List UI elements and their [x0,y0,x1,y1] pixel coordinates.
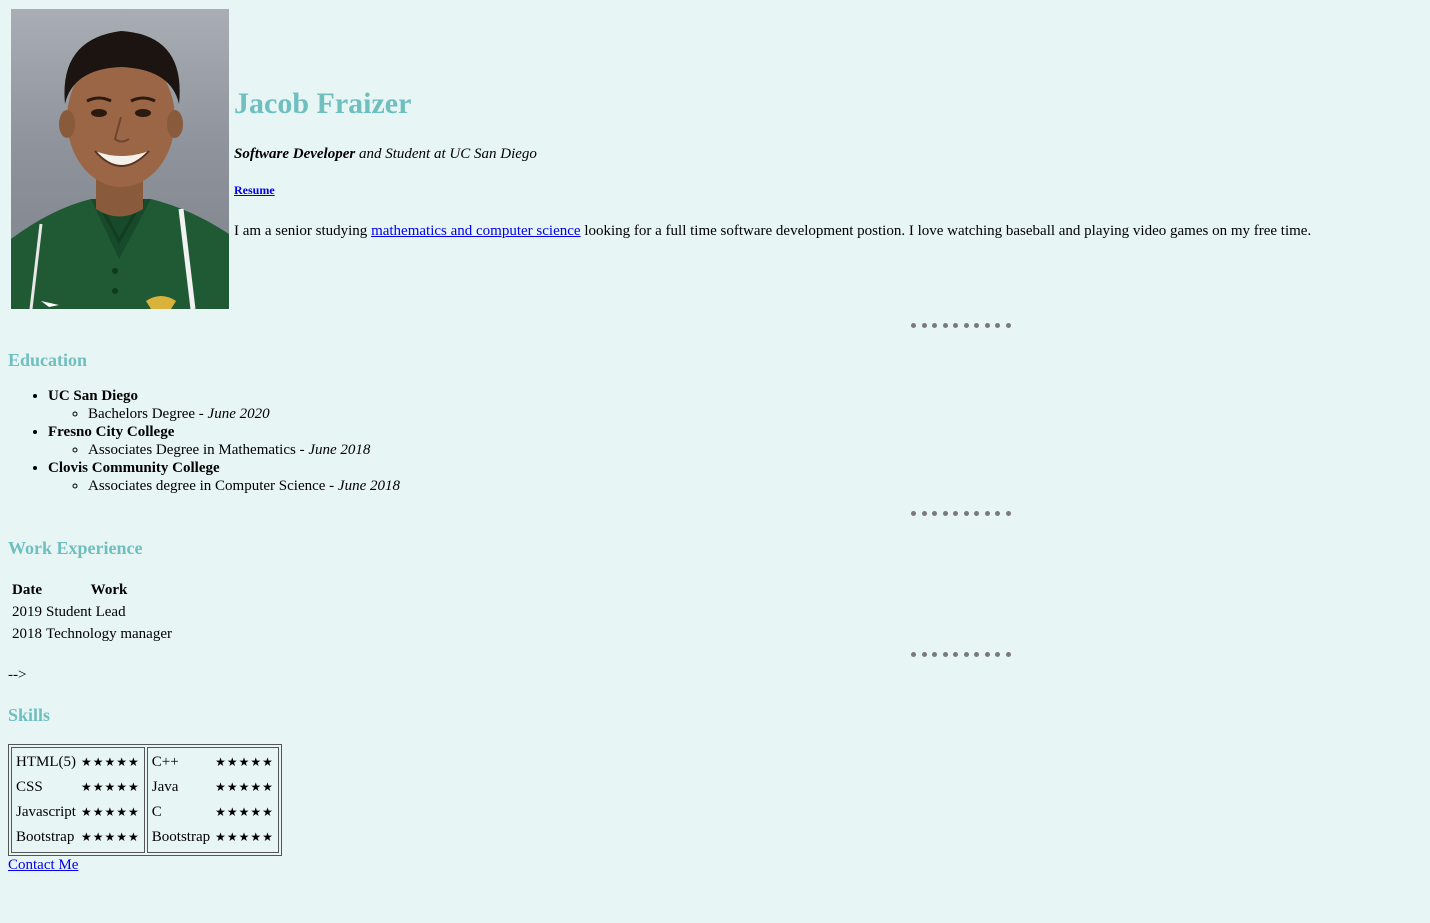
degree-label: Bachelors Degree - [88,406,208,422]
skill-rating: ★★★★★ [215,755,274,769]
skills-column-right: C++ ★★★★★ Java ★★★★★ C ★★★★★ Bootstrap ★★★★★ [146,747,279,853]
skill-row: HTML(5) ★★★★★ [15,750,141,775]
education-item: UC San Diego Bachelors Degree - June 202… [48,387,400,423]
work-title: Technology manager [46,626,172,642]
education-item: Fresno City College Associates Degree in… [48,423,400,459]
resume-link[interactable]: Resume [234,183,275,197]
degree-label: Associates Degree in Mathematics - [88,442,309,458]
skill-row: Bootstrap ★★★★★ [151,825,275,850]
section-divider [911,652,1011,658]
degree-item: Associates degree in Computer Science - … [88,477,400,495]
work-table: Date Work 2019 Student Lead 2018 Technol… [9,578,175,646]
work-date: 2019 [12,604,42,620]
profile-header: Jacob Fraizer Software Developer and Stu… [8,9,1422,309]
section-divider [911,323,1011,329]
work-col-date: Date [12,582,42,598]
skill-name: HTML(5) [16,754,76,770]
degree-date: June 2018 [337,478,400,494]
skills-column-left: HTML(5) ★★★★★ CSS ★★★★★ Javascript ★★★★★ Bo… [11,747,145,853]
profile-photo [11,9,229,309]
skill-row: C ★★★★★ [151,800,275,825]
table-row: 2019 Student Lead [11,602,173,622]
degree-item: Associates Degree in Mathematics - June … [88,441,400,459]
bio-text-end: looking for a full time software develop… [580,223,1312,239]
degree-date: June 2018 [308,442,371,458]
skill-rating: ★★★★★ [81,830,140,844]
school-name: Fresno City College [48,424,175,440]
skill-name: C++ [151,754,179,770]
education-list: UC San Diego Bachelors Degree - June 202… [8,387,400,495]
skill-row: Java ★★★★★ [151,775,275,800]
skill-name: Java [151,779,179,795]
school-name: UC San Diego [48,388,139,404]
skill-rating: ★★★★★ [81,805,140,819]
work-col-work: Work [90,582,128,598]
profile-intro: Jacob Fraizer Software Developer and Stu… [234,9,1311,240]
contact-link[interactable]: Contact Me [8,856,78,874]
skill-name: Javascript [16,804,76,820]
skill-rating: ★★★★★ [215,805,274,819]
skill-rating: ★★★★★ [81,755,140,769]
degree-date: June 2020 [207,406,270,422]
skill-row: Javascript ★★★★★ [15,800,141,825]
degree-label: Associates degree in Computer Science - [88,478,338,494]
skill-name: Bootstrap [16,829,75,845]
profile-tagline: Software Developer and Student at UC San… [234,145,1311,163]
tagline-rest: and Student at UC San Diego [355,146,537,162]
skills-heading: Skills [8,705,51,725]
work-date: 2018 [12,626,42,642]
major-link[interactable]: mathematics and computer science [371,223,581,239]
table-row: 2018 Technology manager [11,624,173,644]
skill-rating: ★★★★★ [215,830,274,844]
bio-text-start: I am a senior studying [234,223,372,239]
work-title: Student Lead [46,604,126,620]
skill-name: C [151,804,162,820]
skill-rating: ★★★★★ [215,780,274,794]
section-divider [911,511,1011,517]
work-heading: Work Experience [8,538,143,558]
skill-name: Bootstrap [151,829,211,845]
skill-rating: ★★★★★ [81,780,140,794]
page: Jacob Fraizer Software Developer and Stu… [8,9,1422,873]
degree-item: Bachelors Degree - June 2020 [88,405,400,423]
skill-row: Bootstrap ★★★★★ [15,825,141,850]
profile-name: Jacob Fraizer [234,87,412,120]
skill-row: CSS ★★★★★ [15,775,141,800]
profile-photo-illustration [11,31,229,309]
stray-text: --> [8,667,27,683]
education-heading: Education [8,350,88,370]
skills-table: HTML(5) ★★★★★ CSS ★★★★★ Javascript ★★★★★ Bo… [8,744,282,856]
skill-name: CSS [16,779,43,795]
education-item: Clovis Community College Associates degr… [48,459,400,495]
skill-row: C++ ★★★★★ [151,750,275,775]
school-name: Clovis Community College [48,460,220,476]
tagline-role: Software Developer [234,146,356,162]
profile-bio: I am a senior studying mathematics and c… [234,222,1311,240]
